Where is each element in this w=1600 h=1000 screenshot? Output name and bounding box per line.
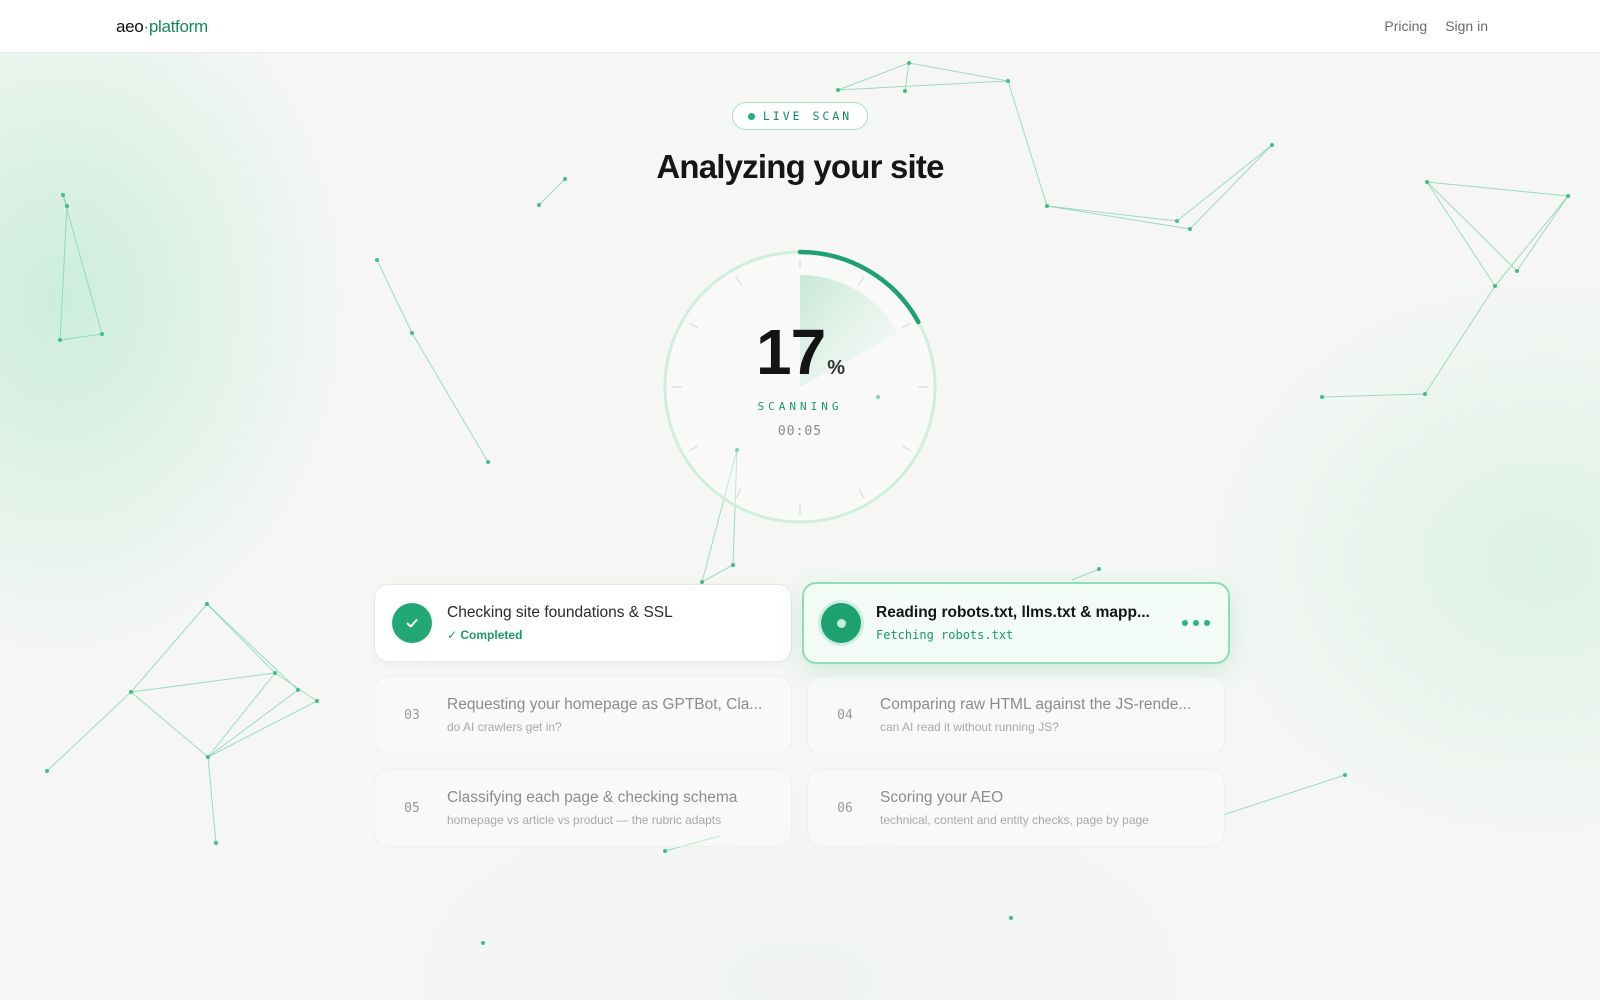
step-number: 06 — [837, 800, 853, 816]
sign-in-link[interactable]: Sign in — [1445, 18, 1488, 34]
step-number: 05 — [404, 800, 420, 816]
live-scan-badge: LIVE SCAN — [732, 102, 868, 130]
logo[interactable]: aeo·platform — [116, 17, 208, 37]
elapsed-timer: 00:05 — [777, 424, 823, 439]
step-description: homepage vs article vs product — the rub… — [447, 813, 722, 827]
step-card-active: Reading robots.txt, llms.txt & mapp... F… — [802, 582, 1230, 664]
progress-percent: 17% — [650, 315, 950, 389]
step-title: Comparing raw HTML against the JS-rende.… — [880, 696, 1192, 713]
top-nav: Pricing Sign in — [1384, 18, 1488, 34]
step-status: ✓ Completed — [447, 628, 523, 642]
step-title: Checking site foundations & SSL — [447, 604, 673, 621]
step-card-pending: 06 Scoring your AEO technical, content a… — [807, 769, 1225, 847]
check-icon — [392, 603, 432, 643]
logo-main: aeo — [116, 17, 144, 36]
pricing-link[interactable]: Pricing — [1384, 18, 1427, 34]
step-card-completed: Checking site foundations & SSL ✓ Comple… — [374, 584, 792, 662]
top-bar: aeo·platform Pricing Sign in — [0, 0, 1600, 53]
progress-value: 17 — [756, 316, 826, 388]
step-number: 04 — [837, 707, 853, 723]
step-card-pending: 04 Comparing raw HTML against the JS-ren… — [807, 676, 1225, 754]
step-card-pending: 05 Classifying each page & checking sche… — [374, 769, 792, 847]
dial-readout: 17% SCANNING 00:05 — [650, 237, 950, 537]
step-description: can AI read it without running JS? — [880, 720, 1059, 734]
step-title: Requesting your homepage as GPTBot, Cla.… — [447, 696, 763, 713]
percent-sign: % — [827, 357, 845, 379]
logo-accent: ·platform — [143, 17, 208, 36]
step-title: Reading robots.txt, llms.txt & mapp... — [876, 604, 1150, 621]
live-scan-label: LIVE SCAN — [762, 109, 853, 123]
step-card-pending: 03 Requesting your homepage as GPTBot, C… — [374, 676, 792, 754]
page-title: Analyzing your site — [656, 148, 944, 185]
loading-dots-icon — [1182, 620, 1210, 626]
step-number: 03 — [404, 707, 420, 723]
live-dot-icon — [747, 112, 755, 120]
scan-status: SCANNING — [757, 400, 843, 413]
step-title: Classifying each page & checking schema — [447, 789, 738, 806]
step-description: do AI crawlers get in? — [447, 720, 562, 734]
step-description: technical, content and entity checks, pa… — [880, 813, 1149, 827]
step-detail: Fetching robots.txt — [876, 628, 1014, 642]
active-step-icon — [821, 603, 861, 643]
step-title: Scoring your AEO — [880, 789, 1004, 806]
